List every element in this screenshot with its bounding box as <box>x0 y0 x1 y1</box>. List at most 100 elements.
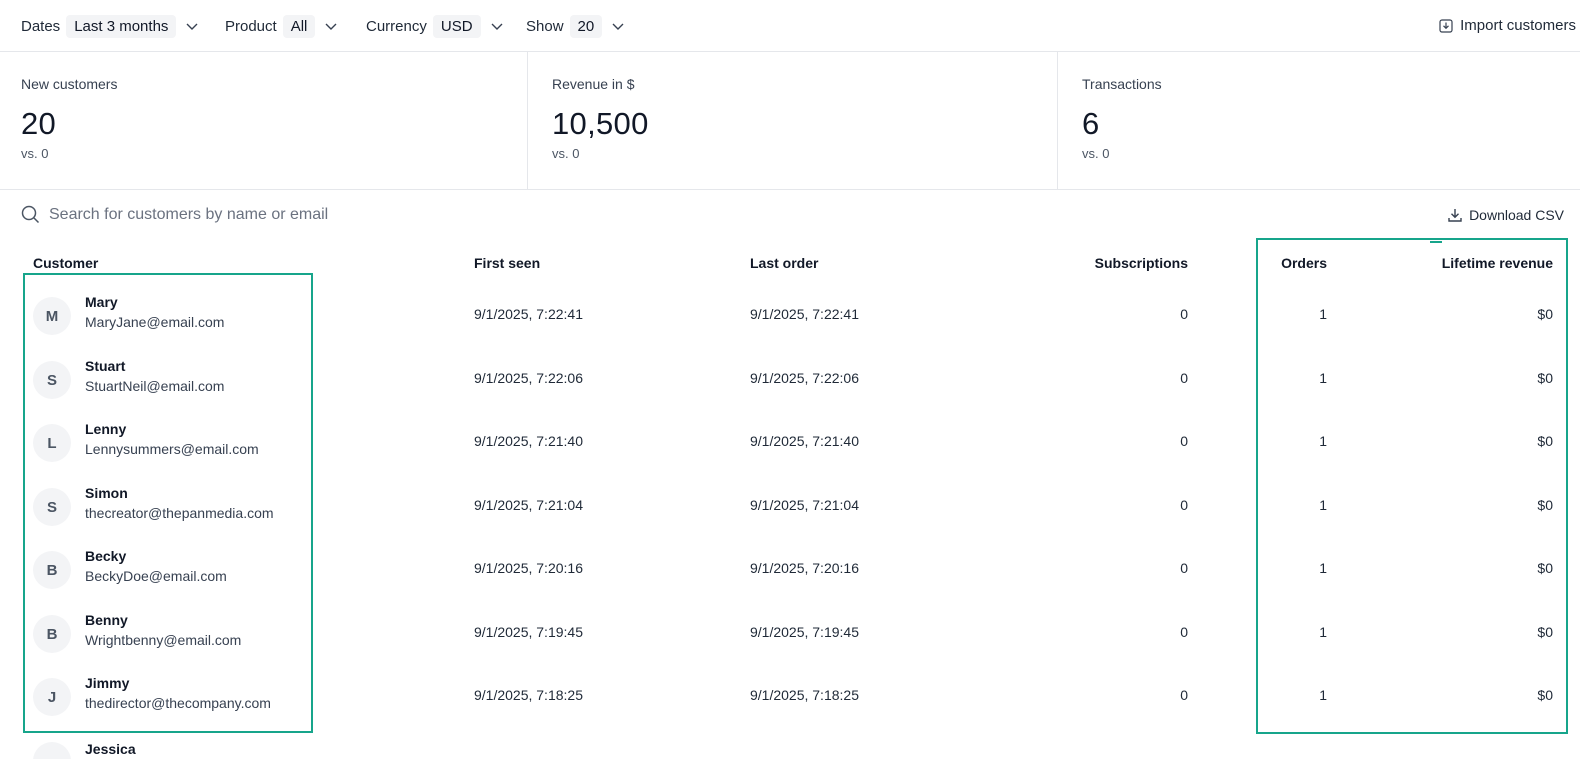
last-order-cell: 9/1/2025, 7:18:25 <box>750 687 859 703</box>
last-order-cell: 9/1/2025, 7:22:41 <box>750 306 859 322</box>
chevron-down-icon[interactable] <box>186 20 198 32</box>
customer-name: Mary <box>85 294 118 310</box>
avatar: B <box>33 551 71 589</box>
first-seen-cell: 9/1/2025, 7:19:45 <box>474 624 583 640</box>
filter-show[interactable]: Show 20 <box>526 14 624 38</box>
filter-currency[interactable]: Currency USD <box>366 14 503 38</box>
table-row[interactable]: B Benny Wrightbenny@email.com 9/1/2025, … <box>0 602 1580 666</box>
subscriptions-cell: 0 <box>1180 687 1188 703</box>
table-row[interactable]: J Jessica <box>0 729 1580 759</box>
column-header-subscriptions[interactable]: Subscriptions <box>1095 255 1188 271</box>
customer-email: Lennysummers@email.com <box>85 441 259 457</box>
customer-name: Jimmy <box>85 675 130 691</box>
last-order-cell: 9/1/2025, 7:19:45 <box>750 624 859 640</box>
chevron-down-icon[interactable] <box>491 20 503 32</box>
chevron-down-icon[interactable] <box>325 20 337 32</box>
filter-value[interactable]: All <box>282 14 316 38</box>
last-order-cell: 9/1/2025, 7:22:06 <box>750 370 859 386</box>
customer-email: thedirector@thecompany.com <box>85 695 271 711</box>
lifetime-revenue-cell: $0 <box>1537 306 1553 322</box>
subscriptions-cell: 0 <box>1180 306 1188 322</box>
filter-label: Currency <box>366 17 427 35</box>
highlight-marker <box>1430 241 1442 243</box>
filter-bar: Dates Last 3 months Product All Currency… <box>0 0 1580 52</box>
table-row[interactable]: L Lenny Lennysummers@email.com 9/1/2025,… <box>0 411 1580 475</box>
table-row[interactable]: B Becky BeckyDoe@email.com 9/1/2025, 7:2… <box>0 538 1580 602</box>
orders-cell: 1 <box>1319 560 1327 576</box>
search-icon <box>21 205 40 224</box>
orders-cell: 1 <box>1319 306 1327 322</box>
orders-cell: 1 <box>1319 433 1327 449</box>
column-header-lifetime-revenue[interactable]: Lifetime revenue <box>1442 255 1553 271</box>
filter-value[interactable]: Last 3 months <box>66 14 177 38</box>
filter-product[interactable]: Product All <box>225 14 337 38</box>
filter-value[interactable]: USD <box>432 14 481 38</box>
first-seen-cell: 9/1/2025, 7:22:41 <box>474 306 583 322</box>
column-header-orders[interactable]: Orders <box>1281 255 1327 271</box>
subscriptions-cell: 0 <box>1180 560 1188 576</box>
orders-cell: 1 <box>1319 497 1327 513</box>
import-label: Import customers <box>1460 17 1576 34</box>
customer-name: Becky <box>85 548 127 564</box>
lifetime-revenue-cell: $0 <box>1537 687 1553 703</box>
orders-cell: 1 <box>1319 687 1327 703</box>
chevron-down-icon[interactable] <box>612 20 624 32</box>
download-csv-button[interactable]: Download CSV <box>1447 207 1564 223</box>
column-header-last-order[interactable]: Last order <box>750 255 818 271</box>
stat-value: 20 <box>21 106 57 141</box>
stat-label: New customers <box>21 76 118 92</box>
stat-revenue: Revenue in $ 10,500 vs. 0 <box>527 52 1058 189</box>
last-order-cell: 9/1/2025, 7:21:04 <box>750 497 859 513</box>
orders-cell: 1 <box>1319 370 1327 386</box>
customer-email: thecreator@thepanmedia.com <box>85 505 274 521</box>
customer-name: Stuart <box>85 358 126 374</box>
import-customers-button[interactable]: Import customers <box>1439 17 1576 34</box>
column-header-first-seen[interactable]: First seen <box>474 255 540 271</box>
table-row[interactable]: J Jimmy thedirector@thecompany.com 9/1/2… <box>0 665 1580 729</box>
table-row[interactable]: S Simon thecreator@thepanmedia.com 9/1/2… <box>0 475 1580 539</box>
filter-dates[interactable]: Dates Last 3 months <box>21 14 198 38</box>
orders-cell: 1 <box>1319 624 1327 640</box>
filter-label: Product <box>225 17 277 35</box>
lifetime-revenue-cell: $0 <box>1537 497 1553 513</box>
stat-comparison: vs. 0 <box>552 146 580 161</box>
first-seen-cell: 9/1/2025, 7:18:25 <box>474 687 583 703</box>
avatar: S <box>33 361 71 399</box>
stat-new-customers: New customers 20 vs. 0 <box>0 52 528 189</box>
table-row[interactable]: M Mary MaryJane@email.com 9/1/2025, 7:22… <box>0 284 1580 348</box>
search-input[interactable]: Search for customers by name or email <box>21 205 328 224</box>
first-seen-cell: 9/1/2025, 7:20:16 <box>474 560 583 576</box>
filter-value[interactable]: 20 <box>569 14 603 38</box>
avatar: M <box>33 297 71 335</box>
import-icon <box>1439 18 1453 33</box>
first-seen-cell: 9/1/2025, 7:21:40 <box>474 433 583 449</box>
subscriptions-cell: 0 <box>1180 433 1188 449</box>
avatar: J <box>33 742 71 759</box>
avatar: L <box>33 424 71 462</box>
last-order-cell: 9/1/2025, 7:20:16 <box>750 560 859 576</box>
customer-email: MaryJane@email.com <box>85 314 225 330</box>
filter-label: Show <box>526 17 564 35</box>
stat-value: 10,500 <box>552 106 649 141</box>
download-label: Download CSV <box>1469 207 1564 223</box>
stat-value: 6 <box>1082 106 1100 141</box>
stat-label: Transactions <box>1082 76 1162 92</box>
customer-name: Lenny <box>85 421 127 437</box>
subscriptions-cell: 0 <box>1180 624 1188 640</box>
stat-label: Revenue in $ <box>552 76 635 92</box>
avatar: S <box>33 488 71 526</box>
subscriptions-cell: 0 <box>1180 370 1188 386</box>
download-icon <box>1448 209 1462 222</box>
lifetime-revenue-cell: $0 <box>1537 433 1553 449</box>
lifetime-revenue-cell: $0 <box>1537 560 1553 576</box>
column-header-customer[interactable]: Customer <box>33 255 98 271</box>
avatar: J <box>33 678 71 716</box>
customer-name: Jessica <box>85 741 136 757</box>
first-seen-cell: 9/1/2025, 7:21:04 <box>474 497 583 513</box>
stats-panel: New customers 20 vs. 0 Revenue in $ 10,5… <box>0 52 1580 190</box>
table-row[interactable]: S Stuart StuartNeil@email.com 9/1/2025, … <box>0 348 1580 412</box>
customer-email: Wrightbenny@email.com <box>85 632 242 648</box>
customer-name: Simon <box>85 485 128 501</box>
filter-label: Dates <box>21 17 61 35</box>
lifetime-revenue-cell: $0 <box>1537 370 1553 386</box>
